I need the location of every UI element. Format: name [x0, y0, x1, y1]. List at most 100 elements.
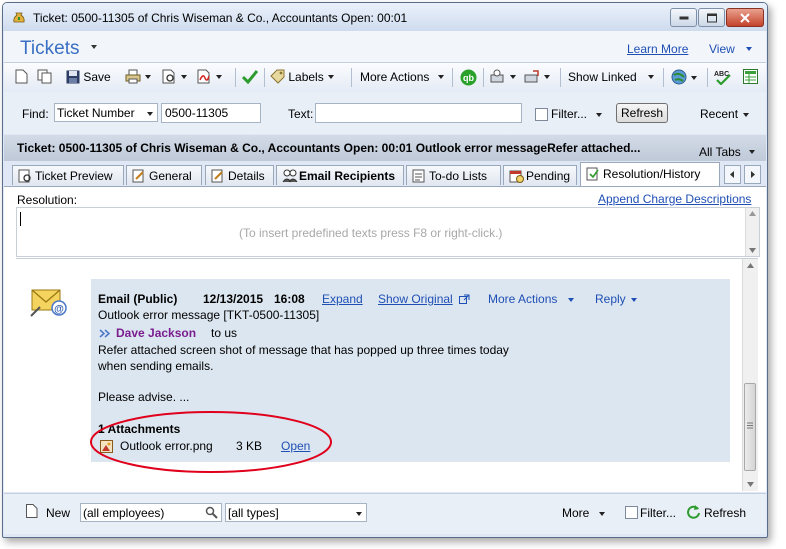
type-filter-value: [all types] — [228, 506, 279, 520]
learn-more-link[interactable]: Learn More — [627, 42, 688, 56]
person-arrow-icon — [490, 69, 504, 83]
bottom-filter-checkbox[interactable] — [625, 506, 638, 519]
view-menu[interactable]: View — [709, 42, 735, 56]
new-document-button[interactable] — [15, 69, 28, 86]
chevron-down-icon[interactable] — [145, 75, 151, 79]
chevron-down-icon[interactable] — [327, 75, 334, 79]
tab-scroll-left-button[interactable] — [724, 165, 741, 184]
refresh-icon[interactable] — [686, 504, 701, 519]
find-field-select[interactable]: Ticket Number — [54, 103, 158, 122]
new-button[interactable]: New — [46, 506, 70, 520]
history-scrollbar[interactable] — [742, 259, 758, 491]
labels-button[interactable]: Labels — [270, 69, 334, 86]
recent-menu[interactable]: Recent — [700, 107, 738, 121]
reply-link[interactable]: Reply — [595, 292, 626, 306]
save-button[interactable]: Save — [66, 69, 111, 86]
chevron-down-icon[interactable] — [568, 298, 574, 302]
chevron-down-icon[interactable] — [631, 298, 637, 302]
chevron-down-icon[interactable] — [691, 76, 697, 80]
chevron-down-icon[interactable] — [438, 75, 445, 79]
module-title[interactable]: Tickets — [20, 38, 79, 60]
append-charge-descriptions-link[interactable]: Append Charge Descriptions — [598, 192, 751, 206]
show-original-link[interactable]: Show Original — [378, 292, 453, 306]
quick-books-button[interactable]: qb — [460, 69, 477, 86]
close-button[interactable] — [726, 8, 764, 27]
chevron-down-icon[interactable] — [749, 150, 755, 154]
filter-checkbox[interactable] — [535, 108, 548, 121]
tab-todo-lists[interactable]: To-do Lists — [406, 165, 501, 185]
bottom-toolbar: New (all employees) [all types] More Fil… — [4, 493, 766, 534]
show-linked-label: Show Linked — [568, 70, 637, 84]
find-label: Find: — [22, 107, 49, 121]
complete-button[interactable] — [241, 69, 259, 86]
employee-filter-input[interactable]: (all employees) — [80, 503, 222, 522]
search-icon[interactable] — [205, 506, 218, 519]
chevron-down-icon[interactable] — [647, 75, 654, 79]
new-document-icon — [15, 69, 28, 84]
tab-ticket-preview[interactable]: Ticket Preview — [12, 165, 124, 185]
chevron-down-icon[interactable] — [743, 113, 749, 117]
email-date: 12/13/2015 — [203, 292, 264, 306]
tab-label: Details — [228, 169, 265, 183]
more-actions-label: More Actions — [360, 70, 430, 84]
tab-general[interactable]: General — [126, 165, 202, 185]
tab-label: Resolution/History — [603, 167, 701, 181]
refresh-button[interactable]: Refresh — [616, 103, 668, 123]
resolution-scrollbar[interactable] — [745, 208, 759, 256]
group-icon — [282, 169, 298, 183]
external-window-icon[interactable] — [459, 294, 470, 304]
pdf-button[interactable] — [197, 69, 222, 86]
chevron-down-icon[interactable] — [181, 75, 187, 79]
tab-details[interactable]: Details — [205, 165, 274, 185]
filter-label[interactable]: Filter... — [551, 107, 587, 121]
bottom-refresh-button[interactable]: Refresh — [704, 506, 746, 520]
more-menu[interactable]: More — [562, 506, 589, 520]
minimize-button[interactable] — [670, 8, 697, 27]
chevron-down-icon[interactable] — [510, 75, 516, 79]
copy-button[interactable] — [37, 69, 52, 86]
assign-button[interactable] — [490, 69, 516, 86]
tab-resolution-history[interactable]: Resolution/History — [580, 162, 720, 186]
text-search-input[interactable] — [315, 103, 522, 123]
checkmark-icon — [241, 70, 259, 85]
main-toolbar: Save Labels More Actions qb Show Linked … — [4, 62, 766, 93]
show-linked-button[interactable]: Show Linked — [568, 69, 654, 86]
more-actions-button[interactable]: More Actions — [360, 69, 445, 86]
chevron-down-icon[interactable] — [91, 45, 97, 49]
scroll-up-icon — [749, 211, 756, 216]
web-button[interactable] — [671, 69, 697, 86]
find-bar: Find: Ticket Number 0500-11305 Text: Fil… — [4, 92, 766, 134]
email-more-actions-link[interactable]: More Actions — [488, 292, 557, 306]
resolution-textarea[interactable]: (To insert predefined texts press F8 or … — [16, 207, 760, 257]
bottom-filter-label[interactable]: Filter... — [640, 506, 676, 520]
spellcheck-button[interactable]: ABC — [714, 69, 732, 86]
ticket-number-input[interactable]: 0500-11305 — [161, 103, 261, 123]
excel-export-button[interactable] — [743, 69, 758, 86]
print-button[interactable] — [125, 69, 151, 86]
chevron-left-icon — [730, 171, 734, 178]
chevron-down-icon[interactable] — [216, 75, 222, 79]
chevron-down-icon[interactable] — [599, 512, 605, 516]
ticket-preview-icon — [18, 169, 31, 183]
chevron-down-icon[interactable] — [544, 75, 550, 79]
chevron-down-icon[interactable] — [746, 47, 752, 51]
expand-link[interactable]: Expand — [322, 292, 363, 306]
preview-button[interactable] — [162, 69, 187, 86]
tab-label: General — [149, 169, 192, 183]
transfer-icon — [524, 70, 539, 83]
history-scroll-thumb[interactable] — [744, 383, 756, 471]
new-document-icon[interactable] — [26, 504, 38, 518]
spreadsheet-icon — [743, 69, 758, 84]
tab-scroll-right-button[interactable] — [744, 165, 761, 184]
labels-label: Labels — [288, 70, 324, 84]
tab-pending[interactable]: Pending — [503, 165, 577, 185]
transfer-button[interactable] — [524, 69, 550, 86]
maximize-button[interactable] — [698, 8, 725, 27]
toolbar-divider — [707, 68, 708, 87]
chevron-down-icon[interactable] — [596, 113, 602, 117]
title-bar: Ticket: 0500-11305 of Chris Wiseman & Co… — [3, 3, 767, 31]
tab-email-recipients[interactable]: Email Recipients — [276, 165, 404, 185]
email-sender[interactable]: Dave Jackson — [116, 326, 196, 340]
type-filter-select[interactable]: [all types] — [225, 503, 367, 522]
all-tabs-menu[interactable]: All Tabs — [699, 145, 741, 159]
